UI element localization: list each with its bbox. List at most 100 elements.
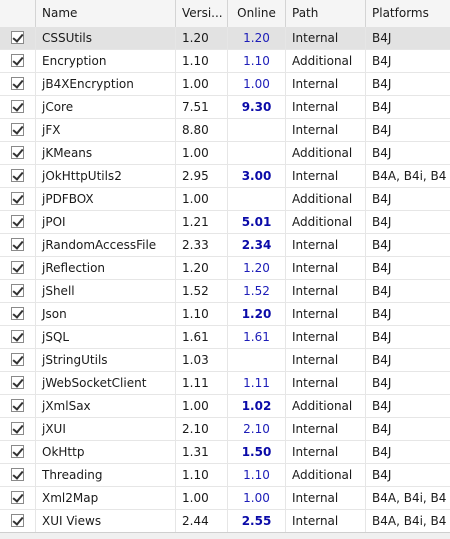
library-platforms: B4J [372, 238, 392, 252]
library-checkbox[interactable] [11, 376, 24, 389]
table-row[interactable]: jReflection 1.20 1.20 Internal B4J [0, 257, 450, 280]
library-checkbox[interactable] [11, 31, 24, 44]
library-checkbox[interactable] [11, 77, 24, 90]
checkbox-cell[interactable] [0, 119, 36, 141]
table-row[interactable]: jStringUtils 1.03 Internal B4J [0, 349, 450, 372]
library-checkbox[interactable] [11, 491, 24, 504]
online-version: 3.00 [228, 165, 286, 187]
library-name: jOkHttpUtils2 [36, 165, 176, 187]
checkbox-cell[interactable] [0, 27, 36, 49]
library-name: jRandomAccessFile [36, 234, 176, 256]
header-version[interactable]: Versi... [176, 0, 228, 27]
library-checkbox[interactable] [11, 514, 24, 527]
online-version [228, 142, 286, 164]
table-row[interactable]: Xml2Map 1.00 1.00 Internal B4A, B4i, B4 [0, 487, 450, 510]
library-platforms: B4J [372, 192, 392, 206]
library-name: Threading [36, 464, 176, 486]
header-platforms[interactable]: Platforms [366, 0, 450, 27]
library-checkbox[interactable] [11, 445, 24, 458]
table-row[interactable]: jWebSocketClient 1.11 1.11 Internal B4J [0, 372, 450, 395]
library-platforms: B4J [372, 54, 392, 68]
table-row[interactable]: Encryption 1.10 1.10 Additional B4J [0, 50, 450, 73]
header-online[interactable]: Online [228, 0, 286, 27]
checkbox-cell[interactable] [0, 50, 36, 72]
library-name: jFX [36, 119, 176, 141]
grid-header: Name Versi... Online Path Platforms [0, 0, 450, 28]
library-version: 7.51 [176, 96, 228, 118]
checkbox-cell[interactable] [0, 464, 36, 486]
checkbox-cell[interactable] [0, 372, 36, 394]
library-checkbox[interactable] [11, 261, 24, 274]
table-row[interactable]: jFX 8.80 Internal B4J [0, 119, 450, 142]
table-row[interactable]: jXUI 2.10 2.10 Internal B4J [0, 418, 450, 441]
library-name: jCore [36, 96, 176, 118]
library-checkbox[interactable] [11, 422, 24, 435]
table-row[interactable]: jXmlSax 1.00 1.02 Additional B4J [0, 395, 450, 418]
checkbox-cell[interactable] [0, 73, 36, 95]
checkbox-cell[interactable] [0, 142, 36, 164]
table-row[interactable]: jPOI 1.21 5.01 Additional B4J [0, 211, 450, 234]
table-row[interactable]: jShell 1.52 1.52 Internal B4J [0, 280, 450, 303]
checkbox-cell[interactable] [0, 280, 36, 302]
library-platforms: B4J [372, 353, 392, 367]
library-checkbox[interactable] [11, 307, 24, 320]
library-name: Xml2Map [36, 487, 176, 509]
table-row[interactable]: jCore 7.51 9.30 Internal B4J [0, 96, 450, 119]
library-checkbox[interactable] [11, 330, 24, 343]
library-checkbox[interactable] [11, 123, 24, 136]
checkbox-cell[interactable] [0, 418, 36, 440]
header-path[interactable]: Path [286, 0, 366, 27]
checkbox-cell[interactable] [0, 395, 36, 417]
table-row[interactable]: jPDFBOX 1.00 Additional B4J [0, 188, 450, 211]
table-row[interactable]: Json 1.10 1.20 Internal B4J [0, 303, 450, 326]
table-row[interactable]: XUI Views 2.44 2.55 Internal B4A, B4i, B4 [0, 510, 450, 533]
checkbox-cell[interactable] [0, 510, 36, 532]
online-version: 1.50 [228, 441, 286, 463]
library-version: 1.10 [176, 303, 228, 325]
table-row[interactable]: CSSUtils 1.20 1.20 Internal B4J [0, 27, 450, 50]
online-version: 1.20 [228, 303, 286, 325]
checkbox-cell[interactable] [0, 188, 36, 210]
table-row[interactable]: jB4XEncryption 1.00 1.00 Internal B4J [0, 73, 450, 96]
library-checkbox[interactable] [11, 146, 24, 159]
checkbox-cell[interactable] [0, 234, 36, 256]
library-checkbox[interactable] [11, 100, 24, 113]
checkbox-cell[interactable] [0, 211, 36, 233]
library-path: Additional [286, 464, 366, 486]
library-path: Internal [286, 280, 366, 302]
library-checkbox[interactable] [11, 192, 24, 205]
checkbox-cell[interactable] [0, 349, 36, 371]
library-version: 1.20 [176, 27, 228, 49]
online-version: 1.20 [228, 27, 286, 49]
library-checkbox[interactable] [11, 215, 24, 228]
table-row[interactable]: jSQL 1.61 1.61 Internal B4J [0, 326, 450, 349]
library-path: Internal [286, 96, 366, 118]
library-checkbox[interactable] [11, 169, 24, 182]
table-row[interactable]: Threading 1.10 1.10 Additional B4J [0, 464, 450, 487]
table-row[interactable]: jOkHttpUtils2 2.95 3.00 Internal B4A, B4i, B… [0, 165, 450, 188]
checkbox-cell[interactable] [0, 326, 36, 348]
checkbox-cell[interactable] [0, 96, 36, 118]
checkbox-cell[interactable] [0, 487, 36, 509]
table-row[interactable]: jKMeans 1.00 Additional B4J [0, 142, 450, 165]
library-path: Additional [286, 188, 366, 210]
header-check[interactable] [0, 0, 36, 27]
online-version: 1.00 [228, 73, 286, 95]
header-name[interactable]: Name [36, 0, 176, 27]
table-row[interactable]: OkHttp 1.31 1.50 Internal B4J [0, 441, 450, 464]
library-checkbox[interactable] [11, 54, 24, 67]
checkbox-cell[interactable] [0, 441, 36, 463]
checkbox-cell[interactable] [0, 257, 36, 279]
library-checkbox[interactable] [11, 284, 24, 297]
library-checkbox[interactable] [11, 238, 24, 251]
checkbox-cell[interactable] [0, 165, 36, 187]
online-version: 5.01 [228, 211, 286, 233]
library-checkbox[interactable] [11, 468, 24, 481]
library-platforms: B4J [372, 100, 392, 114]
library-version: 1.00 [176, 395, 228, 417]
library-checkbox[interactable] [11, 353, 24, 366]
checkbox-cell[interactable] [0, 303, 36, 325]
library-checkbox[interactable] [11, 399, 24, 412]
library-name: XUI Views [36, 510, 176, 532]
table-row[interactable]: jRandomAccessFile 2.33 2.34 Internal B4J [0, 234, 450, 257]
